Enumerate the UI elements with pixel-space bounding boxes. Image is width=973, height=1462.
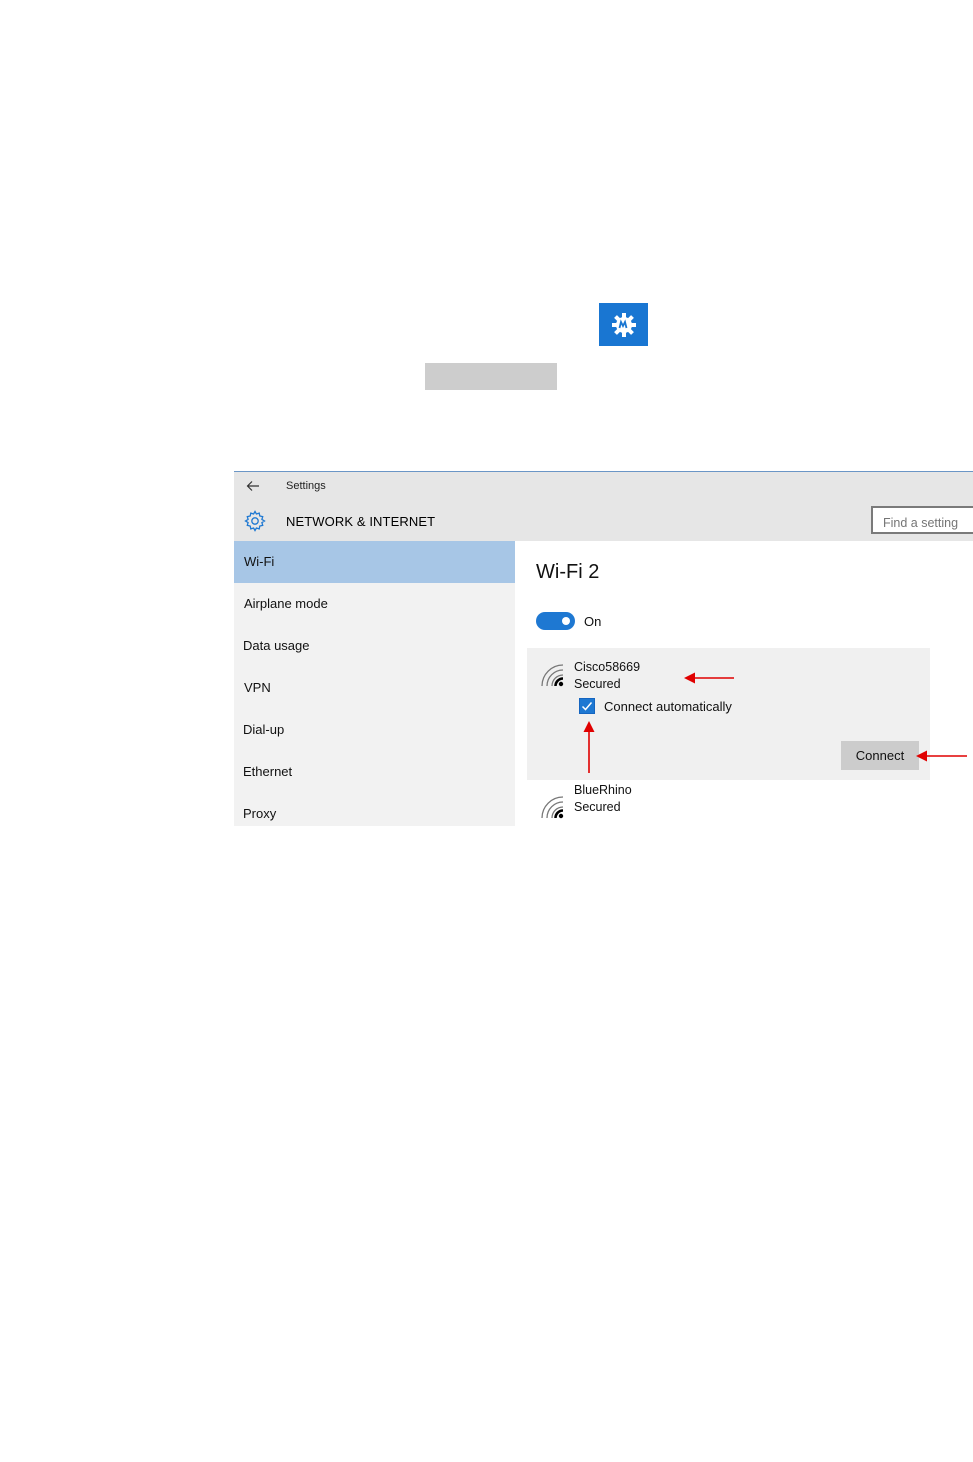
- sidebar-item-vpn[interactable]: VPN: [234, 667, 515, 709]
- sidebar-item-proxy[interactable]: Proxy: [234, 793, 515, 826]
- search-input[interactable]: [871, 506, 973, 534]
- sidebar-item-airplane-mode[interactable]: Airplane mode: [234, 583, 515, 625]
- network-name: BlueRhino: [574, 783, 632, 797]
- sidebar-item-label: Dial-up: [243, 722, 285, 737]
- sidebar-item-label: Data usage: [243, 638, 310, 653]
- wifi-toggle[interactable]: [536, 612, 575, 630]
- annotation-arrow-checkbox: [583, 721, 595, 773]
- sidebar-item-label: Wi-Fi: [244, 554, 275, 569]
- highlight-bar: [425, 363, 557, 390]
- sidebar-item-data-usage[interactable]: Data usage: [234, 625, 515, 667]
- sidebar-item-ethernet[interactable]: Ethernet: [234, 751, 515, 793]
- connect-button[interactable]: Connect: [841, 741, 919, 770]
- network-status: Secured: [574, 677, 621, 691]
- settings-window: Settings NETWORK & INTERNET Wi-Fi Airpla…: [234, 471, 973, 826]
- toggle-knob: [562, 617, 570, 625]
- back-arrow-icon[interactable]: [245, 478, 261, 494]
- sidebar-item-label: Proxy: [243, 806, 277, 821]
- sidebar-item-dial-up[interactable]: Dial-up: [234, 709, 515, 751]
- network-status: Secured: [574, 800, 621, 814]
- wifi-signal-icon: [541, 664, 564, 687]
- sidebar-item-wifi[interactable]: Wi-Fi: [234, 541, 515, 583]
- toggle-label: On: [584, 614, 602, 629]
- sidebar: Wi-Fi Airplane mode Data usage VPN Dial-…: [234, 541, 515, 826]
- annotation-arrow-connect: [916, 750, 967, 762]
- page-title: Wi-Fi 2: [536, 561, 600, 583]
- sidebar-item-label: VPN: [244, 680, 271, 695]
- settings-gear-icon: [611, 312, 636, 337]
- main-content: Wi-Fi 2 On Cisco58669 Secured Connect au…: [515, 541, 973, 826]
- connect-automatically-label: Connect automatically: [604, 699, 732, 714]
- network-name: Cisco58669: [574, 660, 641, 674]
- window-title: Settings: [286, 480, 326, 492]
- checkmark-icon: [581, 702, 593, 711]
- network-item[interactable]: BlueRhino Secured: [527, 783, 930, 826]
- annotation-arrow-network: [684, 672, 734, 684]
- section-title: NETWORK & INTERNET: [286, 514, 436, 529]
- window-header: Settings NETWORK & INTERNET: [234, 471, 973, 541]
- wifi-signal-icon: [541, 796, 564, 819]
- sidebar-item-label: Ethernet: [243, 764, 293, 779]
- gear-icon: [244, 510, 266, 532]
- sidebar-item-label: Airplane mode: [244, 596, 328, 611]
- connect-automatically-checkbox[interactable]: [579, 698, 595, 714]
- settings-app-tile: [599, 303, 648, 346]
